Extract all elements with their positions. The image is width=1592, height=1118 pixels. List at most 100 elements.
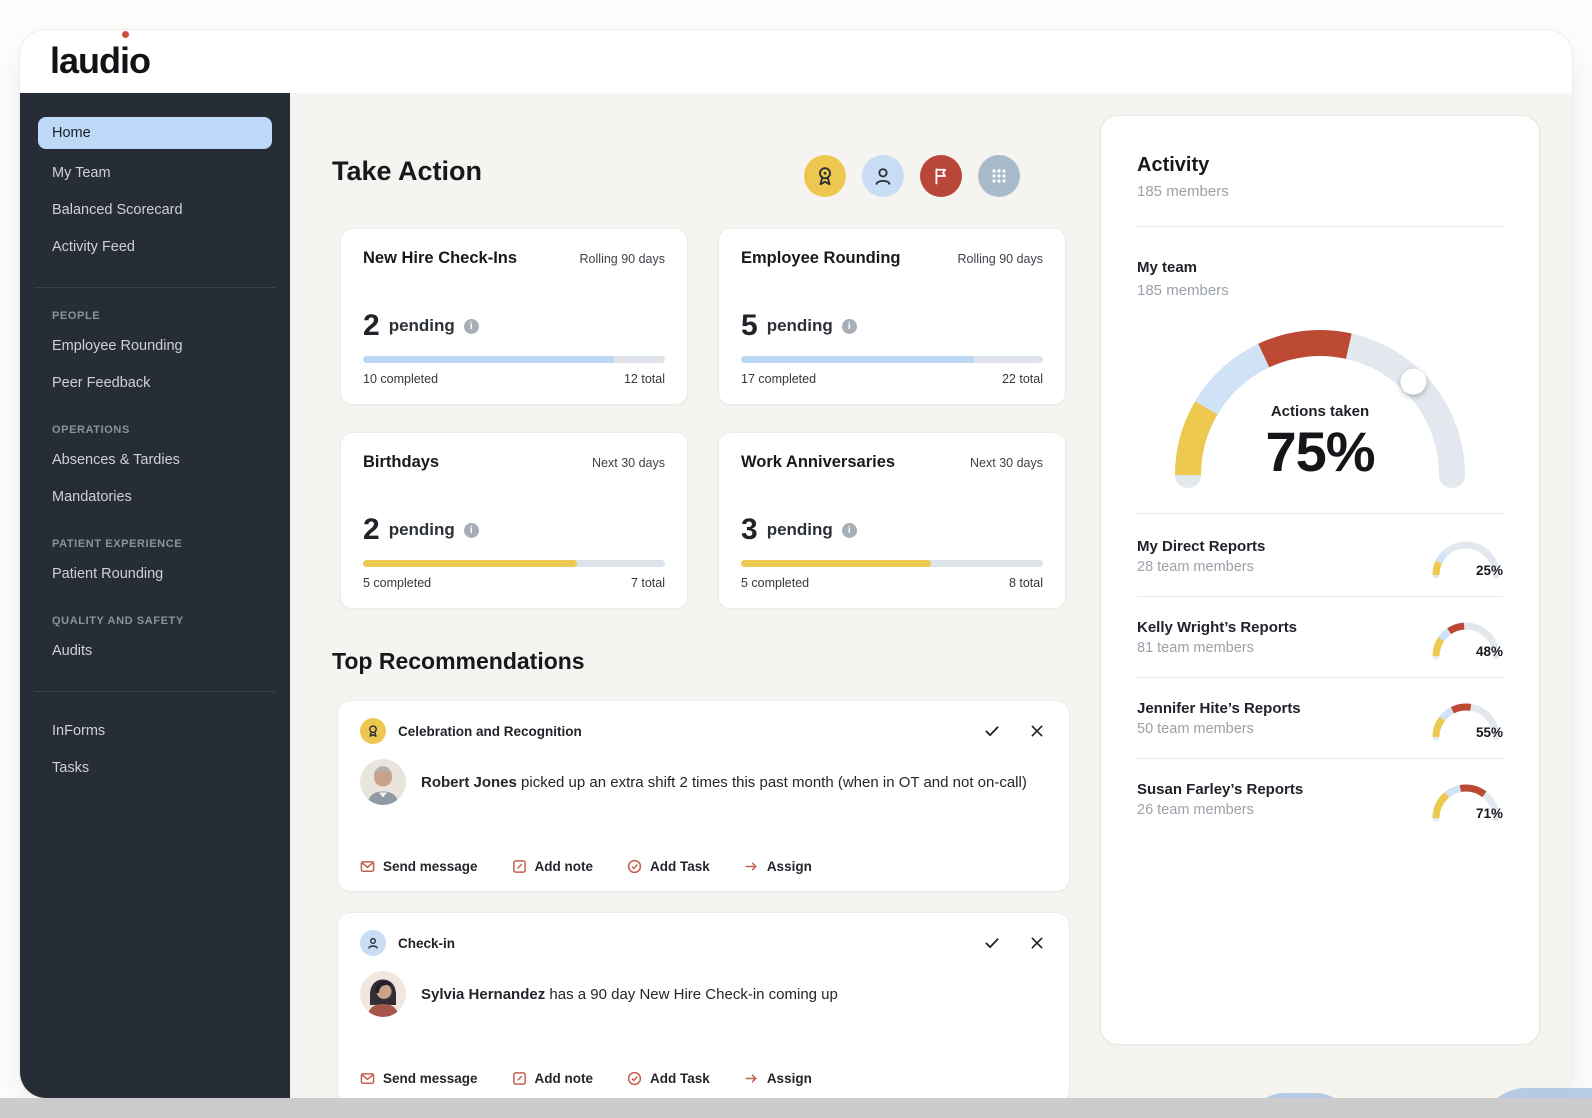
apps-button[interactable] (978, 155, 1020, 197)
info-icon[interactable] (841, 522, 857, 538)
send-message-action[interactable]: Send message (360, 1071, 478, 1086)
card-period: Rolling 90 days (579, 252, 665, 266)
mini-gauge: 55% (1429, 695, 1503, 741)
report-title: Jennifer Hite’s Reports (1137, 699, 1301, 717)
activity-title: Activity (1137, 154, 1210, 176)
report-title: My Direct Reports (1137, 537, 1266, 555)
card-period: Rolling 90 days (957, 252, 1043, 266)
card-title: New Hire Check-Ins (363, 249, 518, 267)
card-title: Employee Rounding (741, 249, 901, 267)
envelope-icon (360, 859, 375, 874)
mini-gauge: 71% (1429, 776, 1503, 822)
sidebar-item-employee-rounding[interactable]: Employee Rounding (38, 328, 272, 365)
take-action-title: Take Action (332, 156, 483, 186)
mini-gauge: 48% (1429, 614, 1503, 660)
check-in-button[interactable] (862, 155, 904, 197)
dismiss-button[interactable] (1027, 933, 1047, 953)
arrow-right-icon (744, 859, 759, 874)
add-note-action[interactable]: Add note (512, 1071, 593, 1086)
card-employee-rounding[interactable]: Employee Rounding Rolling 90 days 5 pend… (718, 228, 1066, 405)
completed-label: 5 completed (363, 576, 432, 590)
take-action-cards: New Hire Check-Ins Rolling 90 days 2 pen… (340, 228, 1066, 609)
activity-panel: Activity 185 members My team 185 members… (1100, 115, 1540, 1045)
award-icon (360, 718, 386, 744)
note-icon (512, 1071, 527, 1086)
sidebar-item-informs[interactable]: InForms (38, 713, 272, 750)
recommendation-card-check-in: Check-in Sylvia Hernandez has a 90 day N… (337, 912, 1070, 1098)
report-percent: 25% (1475, 563, 1503, 578)
bottom-strip (0, 1098, 1592, 1118)
person-name: Robert Jones (421, 773, 517, 791)
panel-divider (1137, 513, 1503, 514)
sidebar-item-audits[interactable]: Audits (38, 633, 272, 670)
total-label: 7 total (630, 576, 665, 590)
card-title: Birthdays (363, 453, 440, 471)
total-label: 12 total (623, 372, 665, 386)
report-percent: 55% (1475, 725, 1503, 740)
accept-button[interactable] (981, 932, 1003, 954)
pending-label: pending (388, 520, 455, 539)
sidebar-item-home[interactable]: Home (38, 117, 272, 149)
card-period: Next 30 days (970, 456, 1043, 470)
progress-bar (741, 356, 1043, 363)
report-title: Kelly Wright’s Reports (1137, 618, 1298, 636)
dismiss-button[interactable] (1027, 721, 1047, 741)
sidebar-item-my-team[interactable]: My Team (38, 155, 272, 192)
report-row-kelly-wright[interactable]: Kelly Wright’s Reports 81 team members 4… (1137, 596, 1503, 677)
sidebar-item-peer-feedback[interactable]: Peer Feedback (38, 365, 272, 402)
grid-icon (989, 166, 1009, 186)
envelope-icon (360, 1071, 375, 1086)
my-team-title: My team (1137, 259, 1198, 276)
add-task-action[interactable]: Add Task (627, 859, 710, 874)
recommendation-card-celebration: Celebration and Recognition Robert Jones… (337, 700, 1070, 892)
info-icon[interactable] (463, 318, 479, 334)
send-message-action[interactable]: Send message (360, 859, 478, 874)
top-recommendations-title: Top Recommendations (332, 648, 585, 674)
sidebar-item-absences-tardies[interactable]: Absences & Tardies (38, 442, 272, 479)
assign-action[interactable]: Assign (744, 1071, 812, 1086)
flag-button[interactable] (920, 155, 962, 197)
info-icon[interactable] (841, 318, 857, 334)
add-note-action[interactable]: Add note (512, 859, 593, 874)
sidebar-item-mandatories[interactable]: Mandatories (38, 479, 272, 516)
panel-divider (1137, 226, 1503, 227)
report-row-jennifer-hite[interactable]: Jennifer Hite’s Reports 50 team members … (1137, 677, 1503, 758)
sidebar-divider (34, 287, 276, 288)
card-period: Next 30 days (592, 456, 665, 470)
report-row-susan-farley[interactable]: Susan Farley’s Reports 26 team members 7… (1137, 758, 1503, 839)
sidebar-item-balanced-scorecard[interactable]: Balanced Scorecard (38, 192, 272, 229)
app-window: laudio Home My Team Balanced Scorecard A… (20, 30, 1572, 1098)
add-task-action[interactable]: Add Task (627, 1071, 710, 1086)
completed-label: 10 completed (363, 372, 439, 386)
sidebar-section-quality-safety: QUALITY AND SAFETY (52, 615, 184, 627)
report-members: 26 team members (1137, 801, 1254, 818)
sidebar-section-operations: OPERATIONS (52, 424, 130, 436)
sidebar-item-patient-rounding[interactable]: Patient Rounding (38, 556, 272, 593)
app-header: laudio (20, 30, 1572, 93)
sidebar-item-activity-feed[interactable]: Activity Feed (38, 229, 272, 266)
person-icon (872, 165, 894, 187)
assign-action[interactable]: Assign (744, 859, 812, 874)
completed-label: 5 completed (741, 576, 810, 590)
award-button[interactable] (804, 155, 846, 197)
card-new-hire-check-ins[interactable]: New Hire Check-Ins Rolling 90 days 2 pen… (340, 228, 688, 405)
sidebar-section-people: PEOPLE (52, 310, 101, 322)
card-work-anniversaries[interactable]: Work Anniversaries Next 30 days 3 pendin… (718, 432, 1066, 609)
recommendation-text: Sylvia Hernandez has a 90 day New Hire C… (421, 985, 838, 1003)
card-birthdays[interactable]: Birthdays Next 30 days 2 pending 5 compl… (340, 432, 688, 609)
accept-button[interactable] (981, 720, 1003, 742)
recommendation-tag: Check-in (398, 935, 456, 951)
info-icon[interactable] (463, 522, 479, 538)
activity-members: 185 members (1137, 183, 1229, 200)
report-row-my-direct-reports[interactable]: My Direct Reports 28 team members 25% (1137, 516, 1503, 596)
person-icon (360, 930, 386, 956)
my-team-members: 185 members (1137, 282, 1229, 299)
report-title: Susan Farley’s Reports (1137, 780, 1304, 798)
pending-label: pending (766, 520, 833, 539)
sidebar-item-tasks[interactable]: Tasks (38, 750, 272, 787)
recommendation-tag: Celebration and Recognition (398, 723, 582, 739)
recommendation-text: Robert Jones picked up an extra shift 2 … (421, 773, 1027, 791)
total-label: 8 total (1008, 576, 1043, 590)
gauge-label: Actions taken (1270, 403, 1370, 420)
actions-taken-gauge: Actions taken 75% (1170, 323, 1470, 491)
